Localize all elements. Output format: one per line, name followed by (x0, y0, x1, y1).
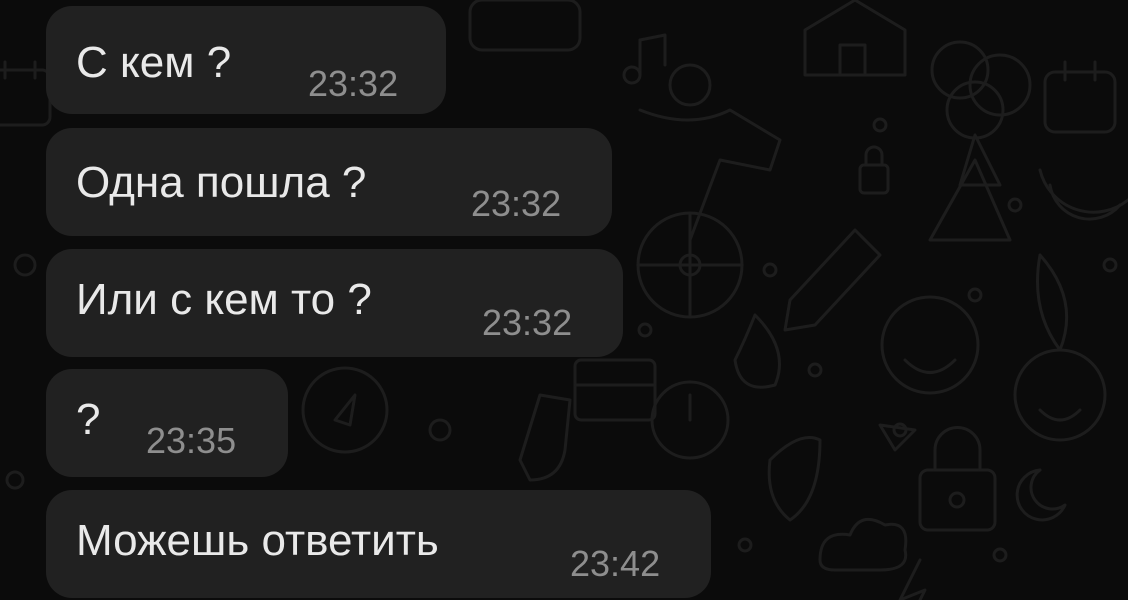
sound-wave-icon (468, 0, 582, 52)
house-icon (803, 0, 907, 77)
message-timestamp: 23:35 (146, 420, 237, 461)
wheel-icon (636, 211, 744, 319)
message-text: С кем ? (76, 38, 232, 87)
smiley-icon (1013, 348, 1107, 442)
lightning-icon (898, 558, 927, 600)
package-icon (573, 358, 657, 422)
padlock-icon (918, 426, 997, 532)
flame-icon (733, 313, 781, 389)
calendar-icon (1043, 60, 1117, 134)
corn-icon (767, 436, 822, 522)
message-bubble[interactable]: С кем ? 23:32 (46, 6, 446, 114)
message-bubble[interactable]: ? 23:35 (46, 369, 288, 477)
chili-icon (1036, 253, 1069, 352)
message-text: ? (76, 395, 101, 444)
message-text: Можешь ответить (76, 516, 439, 565)
mountain-icon (928, 158, 1012, 242)
smiley-icon (880, 295, 980, 395)
compass-icon (301, 366, 389, 454)
message-text: Или с кем то ? (76, 275, 372, 324)
message-timestamp: 23:32 (471, 183, 562, 224)
cloud-icon (818, 517, 908, 572)
message-timestamp: 23:42 (570, 543, 661, 584)
chat-view[interactable]: С кем ? 23:32 Одна пошла ? 23:32 Или с к… (0, 0, 1128, 600)
message-bubble[interactable]: Можешь ответить 23:42 (46, 490, 711, 598)
message-bubble[interactable]: Или с кем то ? 23:32 (46, 249, 623, 357)
tree-icon (930, 40, 1032, 187)
calendar-icon (0, 60, 52, 127)
music-note-icon (622, 33, 667, 85)
clock-icon (650, 380, 730, 460)
message-timestamp: 23:32 (308, 63, 399, 104)
arrow-icon (878, 423, 917, 452)
watermelon-icon (1038, 168, 1128, 221)
message-timestamp: 23:32 (482, 302, 573, 343)
moon-icon (1015, 468, 1067, 522)
message-text: Одна пошла ? (76, 158, 367, 207)
lock-icon (858, 145, 890, 195)
pencil-icon (783, 228, 882, 332)
message-bubble[interactable]: Одна пошла ? 23:32 (46, 128, 612, 236)
person-icon (638, 63, 782, 242)
glove-icon (518, 393, 572, 482)
